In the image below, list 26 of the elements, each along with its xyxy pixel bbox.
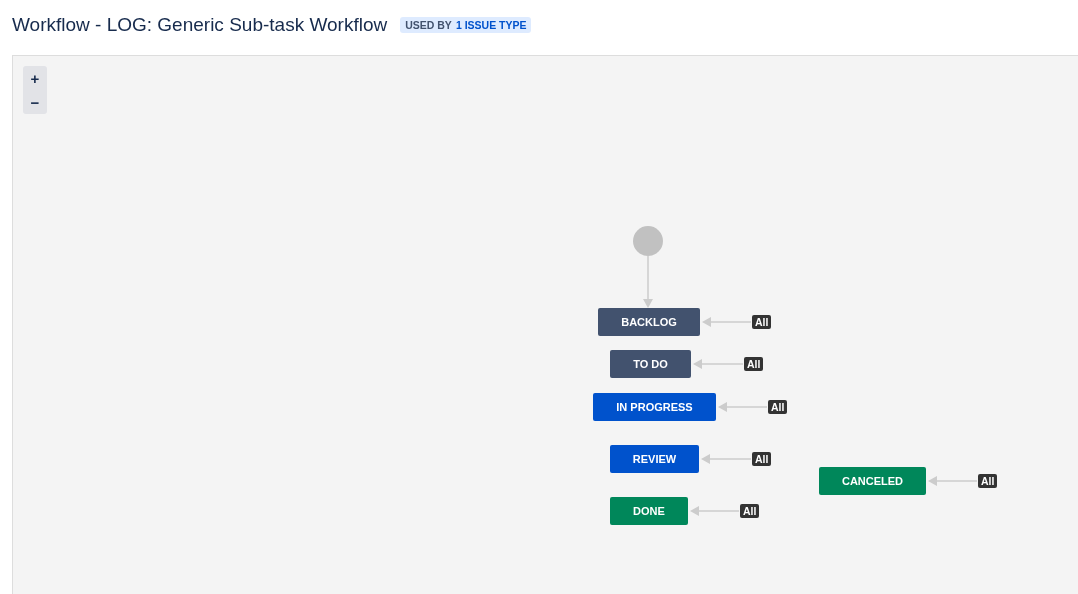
badge-count: 1 ISSUE TYPE <box>455 18 527 31</box>
start-arrow <box>643 255 653 308</box>
page-title: Workflow - LOG: Generic Sub-task Workflow <box>12 13 388 36</box>
usage-badge[interactable]: USED BY 1 ISSUE TYPE <box>400 16 532 33</box>
status-node[interactable]: IN PROGRESS <box>593 393 716 421</box>
transition-arrow <box>693 359 744 369</box>
transition-label[interactable]: All <box>744 357 764 371</box>
status-node[interactable]: DONE <box>610 497 688 525</box>
transition-label[interactable]: All <box>768 400 788 414</box>
status-node[interactable]: TO DO <box>610 350 691 378</box>
transition-arrow <box>718 402 768 412</box>
transition-arrow <box>702 317 752 327</box>
zoom-out-button[interactable]: − <box>23 90 47 114</box>
transition-label[interactable]: All <box>978 474 998 488</box>
status-node[interactable]: CANCELED <box>819 467 926 495</box>
status-node[interactable]: BACKLOG <box>598 308 700 336</box>
transition-label[interactable]: All <box>752 452 772 466</box>
transition-arrow <box>928 476 978 486</box>
transition-label[interactable]: All <box>740 504 760 518</box>
status-node[interactable]: REVIEW <box>610 445 699 473</box>
transition-arrow <box>701 454 752 464</box>
zoom-in-button[interactable]: + <box>23 66 47 90</box>
transition-arrow <box>690 506 740 516</box>
transition-label[interactable]: All <box>752 315 772 329</box>
badge-prefix: USED BY <box>405 18 452 31</box>
start-node <box>633 226 663 256</box>
